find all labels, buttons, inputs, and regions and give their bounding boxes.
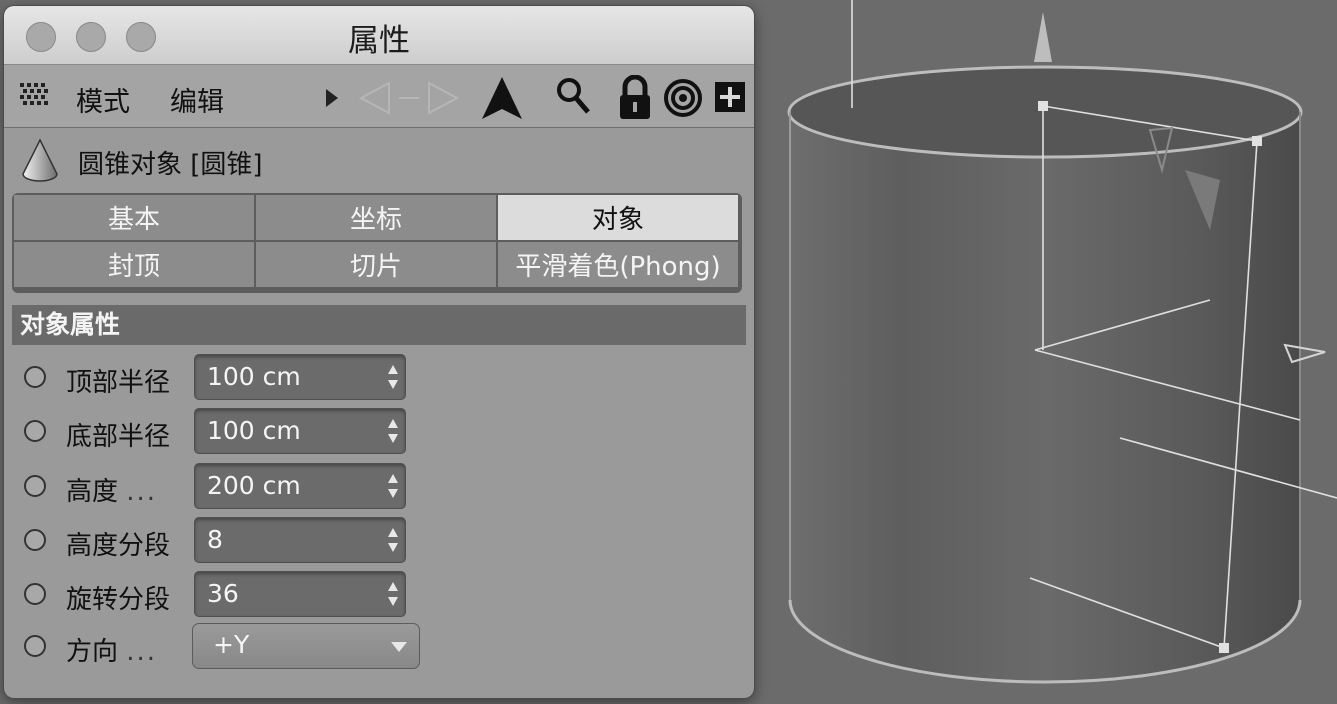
- top-radius-value: 100 cm: [207, 362, 301, 391]
- animate-radio[interactable]: [24, 366, 46, 388]
- cone-icon: [22, 138, 58, 182]
- grid-menu-icon[interactable]: [20, 83, 54, 109]
- height-segments-label-text: 高度分段: [66, 531, 171, 561]
- tab-basic[interactable]: 基本: [14, 195, 254, 240]
- height-segments-value: 8: [207, 525, 223, 554]
- top-radius-input[interactable]: 100 cm: [194, 354, 406, 400]
- object-title: 圆锥对象 [圆锥]: [78, 150, 263, 180]
- bottom-radius-label-text: 底部半径: [66, 422, 171, 452]
- tab-object[interactable]: 对象: [498, 195, 738, 240]
- top-radius-label: 顶部半径: [66, 362, 170, 399]
- field-row-bottom-radius: 底部半径 100 cm: [4, 408, 754, 458]
- rotation-segments-label-text: 旋转分段: [66, 585, 171, 615]
- rotation-segments-input[interactable]: 36: [194, 571, 406, 617]
- attributes-panel: 属性 模式 编辑 圆锥对象 [圆锥] 基本 坐标 对象 封顶 切片 平滑着色(P…: [4, 6, 754, 698]
- height-value: 200 cm: [207, 471, 301, 500]
- direction-select[interactable]: +Y: [192, 623, 420, 669]
- top-radius-label-text: 顶部半径: [66, 368, 171, 398]
- direction-label-text: 方向: [66, 637, 119, 667]
- lock-icon[interactable]: [618, 75, 652, 119]
- label-dots: ...: [126, 477, 158, 507]
- field-row-rotation-segments: 旋转分段 36: [4, 571, 754, 621]
- up-arrow-icon[interactable]: [482, 77, 522, 119]
- animate-radio[interactable]: [24, 583, 46, 605]
- animate-radio[interactable]: [24, 420, 46, 442]
- bottom-radius-value: 100 cm: [207, 416, 301, 445]
- animate-radio[interactable]: [24, 529, 46, 551]
- section-header: 对象属性: [12, 305, 746, 345]
- field-row-height-segments: 高度分段 8: [4, 517, 754, 567]
- object-header: 圆锥对象 [圆锥]: [4, 128, 754, 194]
- height-label: 高度 ...: [66, 471, 157, 508]
- direction-label: 方向 ...: [66, 631, 157, 668]
- stepper-icon[interactable]: [387, 364, 399, 390]
- height-segments-input[interactable]: 8: [194, 517, 406, 563]
- field-row-direction: 方向 ... +Y: [4, 623, 754, 673]
- stepper-icon[interactable]: [387, 473, 399, 499]
- navigation-arrows-icon[interactable]: [359, 81, 459, 115]
- toolbar: 模式 编辑: [4, 65, 754, 128]
- bottom-radius-input[interactable]: 100 cm: [194, 408, 406, 454]
- rotation-segments-value: 36: [207, 579, 239, 608]
- height-segments-label: 高度分段: [66, 525, 170, 562]
- tab-caps[interactable]: 封顶: [14, 242, 254, 287]
- edit-menu[interactable]: 编辑: [170, 80, 224, 119]
- search-icon[interactable]: [556, 77, 590, 115]
- new-panel-icon[interactable]: [714, 81, 746, 113]
- bottom-radius-label: 底部半径: [66, 416, 170, 453]
- tab-bar: 基本 坐标 对象 封顶 切片 平滑着色(Phong): [12, 193, 742, 293]
- height-input[interactable]: 200 cm: [194, 463, 406, 509]
- tab-phong[interactable]: 平滑着色(Phong): [498, 242, 738, 287]
- target-icon[interactable]: [664, 79, 702, 117]
- window-title: 属性: [348, 23, 410, 59]
- play-arrow-icon[interactable]: [326, 89, 338, 107]
- field-row-top-radius: 顶部半径 100 cm: [4, 354, 754, 404]
- field-row-height: 高度 ... 200 cm: [4, 463, 754, 513]
- direction-value: +Y: [213, 630, 250, 659]
- animate-radio[interactable]: [24, 635, 46, 657]
- tab-slice[interactable]: 切片: [256, 242, 496, 287]
- tab-coordinates[interactable]: 坐标: [256, 195, 496, 240]
- height-label-text: 高度: [66, 477, 119, 507]
- stepper-icon[interactable]: [387, 527, 399, 553]
- label-dots: ...: [126, 637, 158, 667]
- rotation-segments-label: 旋转分段: [66, 579, 170, 616]
- animate-radio[interactable]: [24, 475, 46, 497]
- cylinder-object[interactable]: [787, 65, 1303, 684]
- stepper-icon[interactable]: [387, 581, 399, 607]
- stepper-icon[interactable]: [387, 418, 399, 444]
- chevron-down-icon: [391, 642, 407, 652]
- mode-menu[interactable]: 模式: [76, 80, 130, 119]
- title-bar[interactable]: 属性: [4, 6, 754, 65]
